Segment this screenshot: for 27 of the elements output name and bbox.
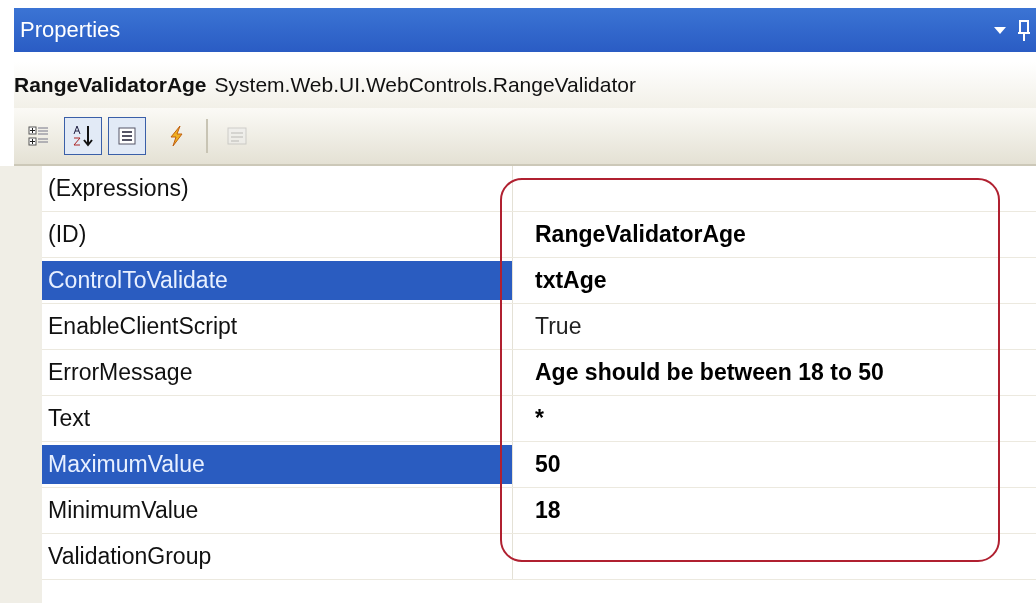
property-name[interactable]: ErrorMessage <box>42 353 512 392</box>
list-icon <box>115 124 139 148</box>
dropdown-arrow-icon[interactable] <box>992 24 1008 36</box>
list-button[interactable] <box>108 117 146 155</box>
sort-az-icon <box>71 124 95 148</box>
property-pages-icon <box>225 124 249 148</box>
property-name[interactable]: MaximumValue <box>42 445 512 484</box>
property-name[interactable]: EnableClientScript <box>42 307 512 346</box>
property-value[interactable]: 18 <box>535 497 561 524</box>
property-value[interactable]: * <box>535 405 544 432</box>
window-title: Properties <box>20 17 121 43</box>
property-name[interactable]: ValidationGroup <box>42 537 512 576</box>
property-name[interactable]: ControlToValidate <box>42 261 512 300</box>
property-value[interactable]: txtAge <box>535 267 607 294</box>
categorized-list-icon <box>27 124 51 148</box>
property-value[interactable]: True <box>535 313 582 340</box>
property-name[interactable]: (ID) <box>42 215 512 254</box>
sort-az-button[interactable] <box>64 117 102 155</box>
property-value[interactable]: RangeValidatorAge <box>535 221 746 248</box>
object-type: System.Web.UI.WebControls.RangeValidator <box>214 73 636 97</box>
pin-icon[interactable] <box>1018 19 1030 41</box>
property-value[interactable]: 50 <box>535 451 561 478</box>
object-name: RangeValidatorAge <box>14 73 207 97</box>
property-value[interactable]: Age should be between 18 to 50 <box>535 359 884 386</box>
property-name[interactable]: (Expressions) <box>42 169 512 208</box>
property-name[interactable]: MinimumValue <box>42 491 512 530</box>
property-name[interactable]: Text <box>42 399 512 438</box>
